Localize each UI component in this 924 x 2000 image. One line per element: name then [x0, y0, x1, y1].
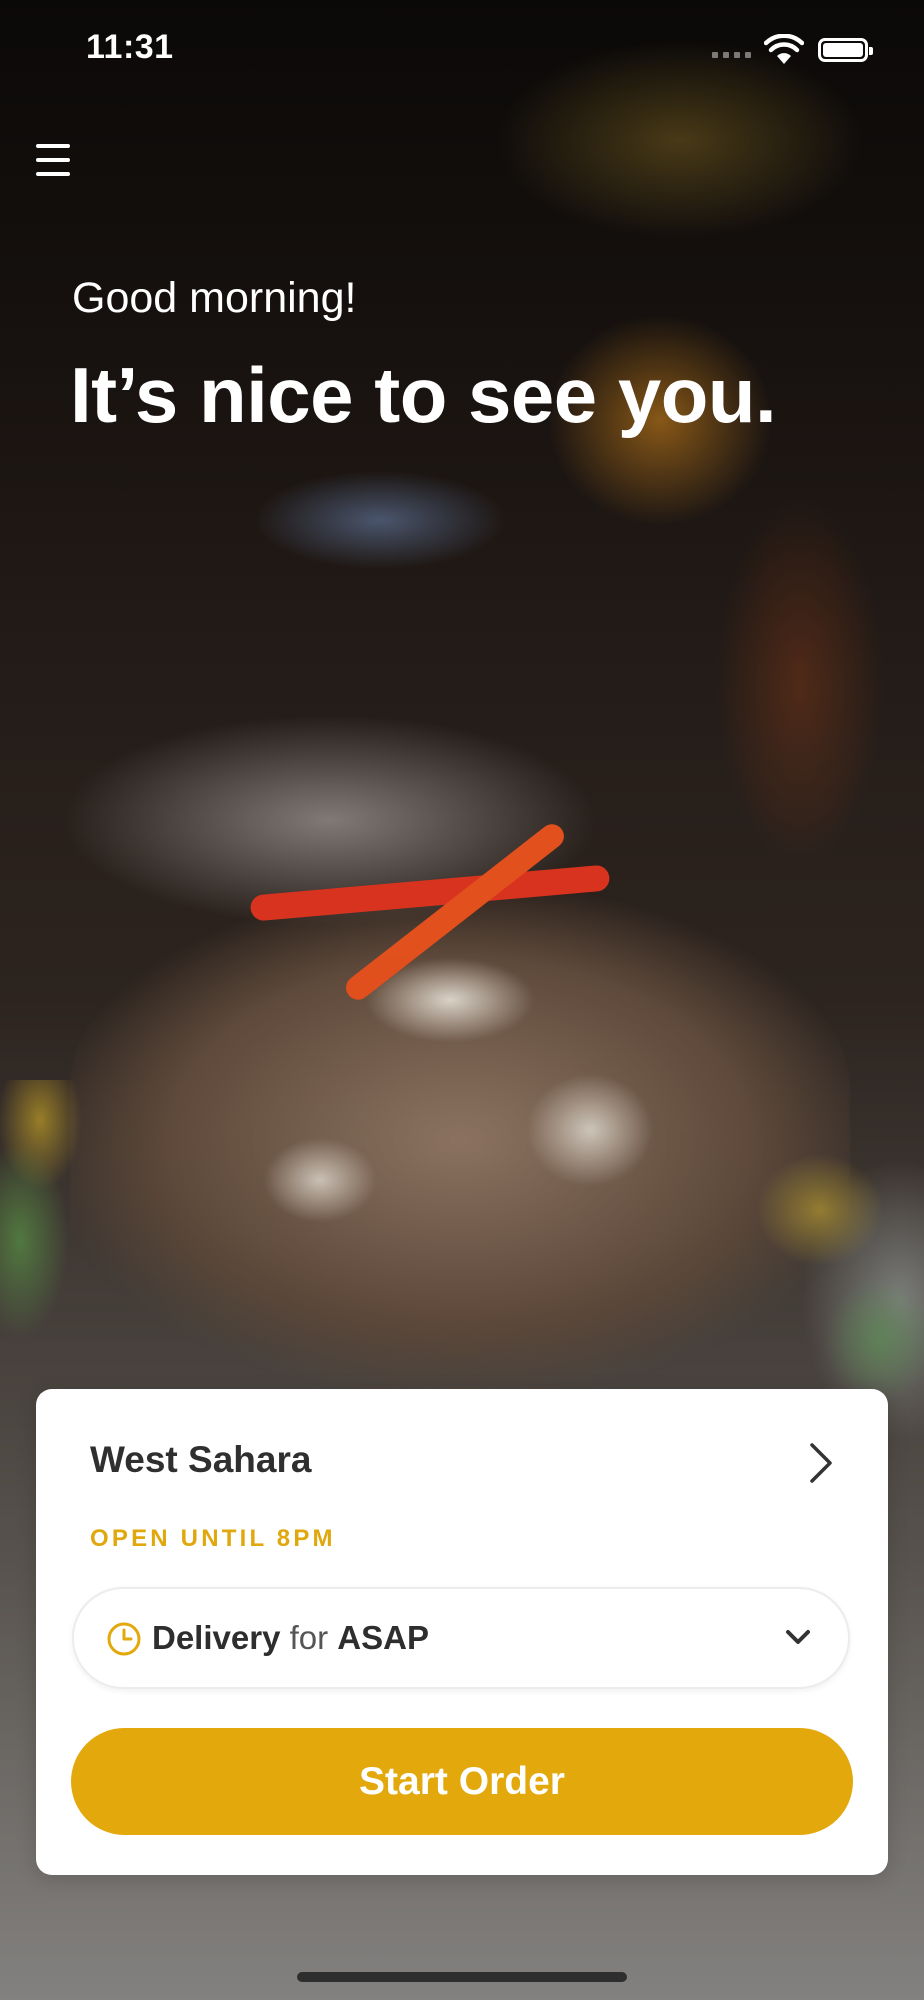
status-bar: 11:31 [0, 0, 924, 100]
order-time: ASAP [337, 1619, 429, 1656]
order-connector: for [289, 1619, 329, 1656]
location-name: West Sahara [90, 1439, 312, 1480]
open-status: OPEN UNTIL 8PM [90, 1525, 336, 1552]
start-order-button[interactable]: Start Order [71, 1728, 853, 1835]
chevron-right-icon [810, 1443, 832, 1483]
order-method: Delivery [152, 1619, 281, 1656]
order-summary: Delivery for ASAP [152, 1619, 429, 1657]
wifi-icon [764, 34, 804, 64]
greeting-text: Good morning! [72, 274, 357, 322]
clock-icon [107, 1622, 141, 1656]
location-selector[interactable]: West Sahara [36, 1389, 888, 1529]
order-card: West Sahara OPEN UNTIL 8PM Delivery for … [36, 1389, 888, 1875]
menu-icon[interactable] [34, 142, 74, 178]
page-headline: It’s nice to see you. [70, 351, 777, 439]
signal-icon [712, 52, 751, 58]
chevron-down-icon [786, 1630, 810, 1644]
order-type-selector[interactable]: Delivery for ASAP [72, 1587, 850, 1689]
battery-icon [818, 38, 873, 62]
status-time: 11:31 [86, 28, 174, 66]
home-indicator [297, 1972, 627, 1982]
